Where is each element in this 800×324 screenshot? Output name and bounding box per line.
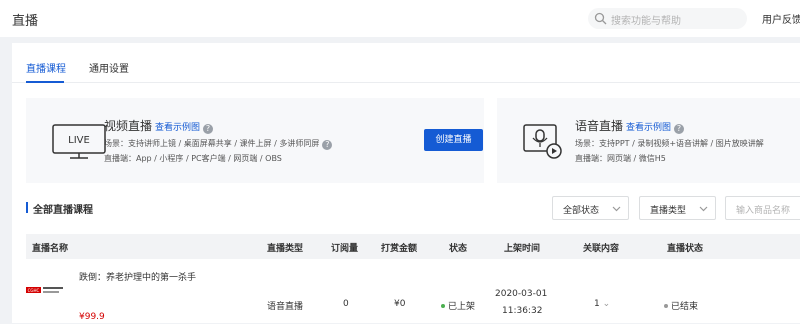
column-header: 上架时间 — [504, 244, 541, 254]
listed-date-cell: 2020-03-01 — [495, 289, 548, 299]
main-panel: 直播课程 通用设置 LIVE 视频直播 查看示例图? 场景：支持讲师上镜 / 桌… — [12, 43, 800, 323]
status-filter-select[interactable]: 全部状态 — [552, 196, 629, 220]
subscriptions-cell: 0 — [343, 299, 349, 309]
feedback-link[interactable]: 用户反馈 — [762, 11, 800, 26]
section-accent-bar — [26, 202, 28, 213]
status-text: 已上架 — [448, 302, 476, 312]
course-name-link[interactable]: 跌倒：养老护理中的第一杀手 — [79, 270, 196, 283]
column-header: 直播名称 — [32, 244, 69, 254]
table-header: 直播名称 直播类型 订阅量 打赏金额 状态 上架时间 关联内容 直播状态 — [26, 234, 800, 259]
status-cell: 已上架 — [441, 299, 475, 312]
help-icon[interactable]: ? — [674, 124, 685, 134]
live-icon-label: LIVE — [68, 135, 90, 146]
reward-amount-cell: ¥0 — [394, 299, 406, 309]
column-header: 订阅量 — [331, 244, 359, 254]
tab-bar: 直播课程 通用设置 — [12, 43, 800, 83]
help-icon[interactable]: ? — [322, 140, 333, 150]
course-thumbnail[interactable]: CGHC — [26, 283, 66, 303]
voice-live-platforms: 直播端：网页端 / 微信H5 — [575, 154, 666, 163]
product-name-search-input[interactable]: 输入商品名称 — [725, 196, 800, 220]
chevron-down-icon — [699, 206, 708, 212]
column-header: 打赏金额 — [381, 244, 418, 254]
live-screen-icon: LIVE — [52, 124, 106, 159]
create-live-button[interactable]: 创建直播 — [424, 129, 483, 151]
listed-time-cell: 11:36:32 — [502, 306, 543, 316]
example-link-label: 查看示例图 — [626, 123, 672, 133]
related-count: 1 — [594, 299, 600, 309]
page-title: 直播 — [12, 14, 39, 29]
chevron-down-icon: ⌄ — [602, 299, 611, 309]
section-title: 全部直播课程 — [33, 205, 93, 216]
tab-general-settings[interactable]: 通用设置 — [89, 60, 129, 75]
video-live-example-link[interactable]: 查看示例图? — [155, 120, 214, 134]
video-live-card: LIVE 视频直播 查看示例图? 场景：支持讲师上镜 / 桌面屏幕共享 / 课件… — [26, 98, 484, 183]
status-dot-green — [441, 304, 445, 308]
video-live-title: 视频直播 — [104, 119, 153, 133]
type-filter-value: 直播类型 — [650, 206, 687, 216]
voice-live-title: 语音直播 — [575, 119, 624, 133]
table-row: CGHC 跌倒：养老护理中的第一杀手 ¥99.9 语音直播 0 ¥0 已上架 2… — [12, 259, 800, 324]
scene-text: 场景：支持讲师上镜 / 桌面屏幕共享 / 课件上屏 / 多讲师同屏 — [104, 139, 320, 148]
column-header: 状态 — [449, 244, 468, 254]
tab-live-courses[interactable]: 直播课程 — [26, 60, 66, 75]
top-bar: 直播 搜索功能与帮助 用户反馈 — [0, 0, 800, 37]
product-search-placeholder: 输入商品名称 — [736, 206, 791, 216]
type-filter-select[interactable]: 直播类型 — [639, 196, 716, 220]
help-icon[interactable]: ? — [203, 124, 214, 134]
column-header: 关联内容 — [583, 244, 620, 254]
global-search-input[interactable]: 搜索功能与帮助 — [588, 8, 747, 29]
live-type-cell: 语音直播 — [267, 302, 304, 312]
related-content-cell[interactable]: 1 ⌄ — [594, 299, 610, 309]
chevron-down-icon — [612, 206, 621, 212]
voice-live-scene: 场景：支持PPT / 录制视频+语音讲解 / 图片放映讲解 — [575, 139, 764, 148]
live-status-text: 已结束 — [671, 302, 699, 312]
live-status-cell: 已结束 — [664, 299, 698, 312]
video-live-scene: 场景：支持讲师上镜 / 桌面屏幕共享 / 课件上屏 / 多讲师同屏? — [104, 138, 333, 150]
voice-live-icon — [523, 124, 562, 159]
search-placeholder: 搜索功能与帮助 — [611, 16, 681, 27]
column-header: 直播类型 — [267, 244, 304, 254]
search-icon — [594, 12, 607, 25]
voice-live-example-link[interactable]: 查看示例图? — [626, 120, 685, 134]
status-filter-value: 全部状态 — [563, 206, 600, 216]
example-link-label: 查看示例图 — [155, 123, 201, 133]
status-dot-grey — [664, 304, 668, 308]
active-tab-indicator — [26, 81, 64, 83]
course-price: ¥99.9 — [79, 312, 105, 322]
thumbnail-brand-text: CGHC — [28, 288, 40, 293]
video-live-platforms: 直播端：App / 小程序 / PC客户端 / 网页端 / OBS — [104, 154, 282, 163]
voice-live-card: 语音直播 查看示例图? 场景：支持PPT / 录制视频+语音讲解 / 图片放映讲… — [497, 98, 800, 183]
column-header: 直播状态 — [667, 244, 704, 254]
